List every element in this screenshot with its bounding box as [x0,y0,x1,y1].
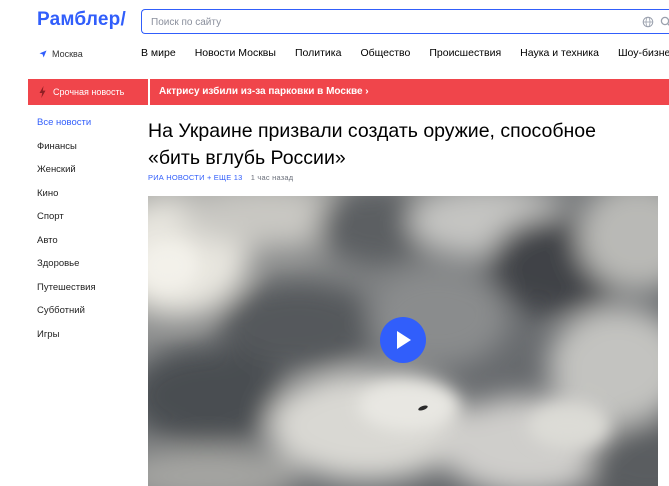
search-bar[interactable] [141,9,669,34]
play-icon [397,331,411,349]
location-arrow-icon [39,50,47,58]
play-button[interactable] [380,317,426,363]
article-source-link[interactable]: РИА Новости + еще 13 [148,173,242,182]
lightning-icon [39,86,46,98]
nav-show-business[interactable]: Шоу-бизнес [618,47,669,59]
sidebar-item-finance[interactable]: Финансы [37,141,96,165]
sidebar-categories: Все новости Финансы Женский Кино Спорт А… [37,117,96,352]
top-navigation: В мире Новости Москвы Политика Общество … [141,47,669,59]
breaking-label-text: Срочная новость [53,87,125,97]
location-selector[interactable]: Москва [39,49,83,59]
sidebar-item-sport[interactable]: Спорт [37,211,96,235]
sidebar-item-saturday[interactable]: Субботний [37,305,96,329]
breaking-news-label: Срочная новость [28,79,148,105]
rambler-logo[interactable]: Рамблер/ [37,9,126,31]
nav-incidents[interactable]: Происшествия [429,47,501,59]
sidebar-item-games[interactable]: Игры [37,329,96,353]
location-label: Москва [52,49,83,59]
sidebar-item-all-news[interactable]: Все новости [37,117,96,141]
globe-icon[interactable] [642,16,654,28]
search-input[interactable] [151,14,591,30]
sidebar-item-health[interactable]: Здоровье [37,258,96,282]
nav-world[interactable]: В мире [141,47,176,59]
video-player[interactable] [148,196,658,486]
sidebar-item-women[interactable]: Женский [37,164,96,188]
search-icon[interactable] [660,16,669,28]
sidebar-item-cinema[interactable]: Кино [37,188,96,212]
article-meta: РИА Новости + еще 13 1 час назад [148,173,293,182]
nav-moscow-news[interactable]: Новости Москвы [195,47,276,59]
nav-society[interactable]: Общество [360,47,410,59]
sidebar-item-travel[interactable]: Путешествия [37,282,96,306]
nav-politics[interactable]: Политика [295,47,342,59]
article-title: На Украине призвали создать оружие, спос… [148,120,596,169]
nav-science-tech[interactable]: Наука и техника [520,47,599,59]
breaking-news-link[interactable]: Актрису избили из-за парковки в Москве › [150,79,669,105]
sidebar-item-auto[interactable]: Авто [37,235,96,259]
article-time: 1 час назад [250,173,294,182]
